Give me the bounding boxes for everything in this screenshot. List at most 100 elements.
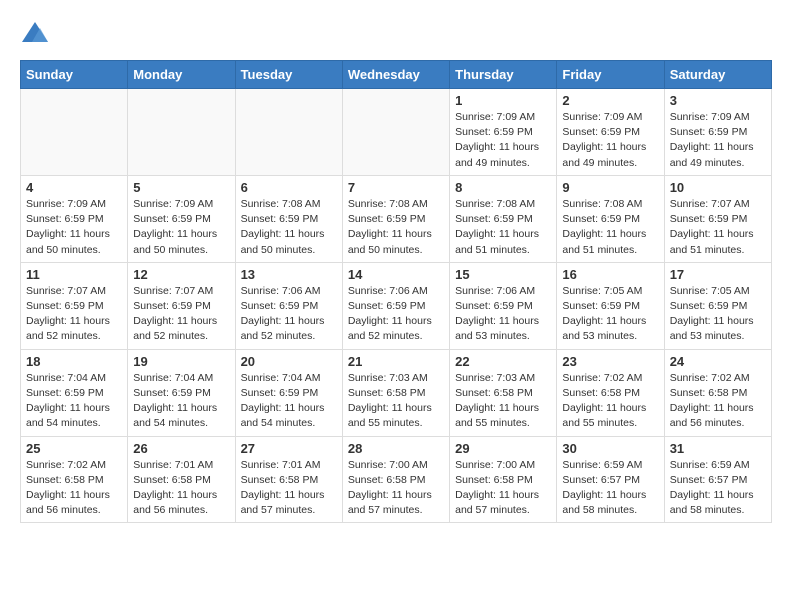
- calendar-cell: 3 Sunrise: 7:09 AMSunset: 6:59 PMDaylight…: [664, 89, 771, 176]
- day-number: 9: [562, 180, 658, 195]
- calendar-week-row: 11Sunrise: 7:07 AMSunset: 6:59 PMDayligh…: [21, 262, 772, 349]
- calendar-cell: 6 Sunrise: 7:08 AMSunset: 6:59 PMDaylight…: [235, 175, 342, 262]
- day-info: Sunrise: 7:08 AMSunset: 6:59 PMDaylight:…: [241, 197, 337, 258]
- day-info: Sunrise: 7:02 AMSunset: 6:58 PMDaylight:…: [670, 371, 766, 432]
- day-info: Sunrise: 7:07 AMSunset: 6:59 PMDaylight:…: [133, 284, 229, 345]
- day-number: 1: [455, 93, 551, 108]
- day-number: 2: [562, 93, 658, 108]
- day-number: 10: [670, 180, 766, 195]
- day-number: 8: [455, 180, 551, 195]
- calendar-cell: 20Sunrise: 7:04 AMSunset: 6:59 PMDayligh…: [235, 349, 342, 436]
- day-number: 31: [670, 441, 766, 456]
- calendar-body: 1 Sunrise: 7:09 AMSunset: 6:59 PMDaylight…: [21, 89, 772, 523]
- calendar-cell: 18 Sunrise: 7:04 AMSunset: 6:59 PMDayligh…: [21, 349, 128, 436]
- calendar-header: SundayMondayTuesdayWednesdayThursdayFrid…: [21, 61, 772, 89]
- day-info: Sunrise: 7:02 AMSunset: 6:58 PMDaylight:…: [562, 371, 658, 432]
- day-info: Sunrise: 7:07 AMSunset: 6:59 PMDaylight:…: [26, 284, 122, 345]
- day-number: 29: [455, 441, 551, 456]
- day-info: Sunrise: 7:03 AMSunset: 6:58 PMDaylight:…: [455, 371, 551, 432]
- day-info: Sunrise: 7:09 AMSunset: 6:59 PMDaylight:…: [26, 197, 122, 258]
- calendar-cell: [128, 89, 235, 176]
- header-row: SundayMondayTuesdayWednesdayThursdayFrid…: [21, 61, 772, 89]
- day-info: Sunrise: 7:06 AMSunset: 6:59 PMDaylight:…: [348, 284, 444, 345]
- weekday-header: Saturday: [664, 61, 771, 89]
- day-info: Sunrise: 7:05 AMSunset: 6:59 PMDaylight:…: [670, 284, 766, 345]
- day-number: 5: [133, 180, 229, 195]
- calendar-cell: 7 Sunrise: 7:08 AMSunset: 6:59 PMDaylight…: [342, 175, 449, 262]
- day-info: Sunrise: 7:00 AMSunset: 6:58 PMDaylight:…: [455, 458, 551, 519]
- calendar-cell: 4 Sunrise: 7:09 AMSunset: 6:59 PMDaylight…: [21, 175, 128, 262]
- day-number: 23: [562, 354, 658, 369]
- day-info: Sunrise: 7:01 AMSunset: 6:58 PMDaylight:…: [241, 458, 337, 519]
- day-number: 15: [455, 267, 551, 282]
- weekday-header: Sunday: [21, 61, 128, 89]
- calendar-cell: 14Sunrise: 7:06 AMSunset: 6:59 PMDayligh…: [342, 262, 449, 349]
- calendar-cell: 28 Sunrise: 7:00 AMSunset: 6:58 PMDayligh…: [342, 436, 449, 523]
- day-info: Sunrise: 6:59 AMSunset: 6:57 PMDaylight:…: [562, 458, 658, 519]
- day-info: Sunrise: 7:09 AMSunset: 6:59 PMDaylight:…: [670, 110, 766, 171]
- day-info: Sunrise: 7:08 AMSunset: 6:59 PMDaylight:…: [348, 197, 444, 258]
- calendar-cell: 30 Sunrise: 6:59 AMSunset: 6:57 PMDayligh…: [557, 436, 664, 523]
- day-number: 7: [348, 180, 444, 195]
- day-info: Sunrise: 7:04 AMSunset: 6:59 PMDaylight:…: [241, 371, 337, 432]
- day-info: Sunrise: 7:03 AMSunset: 6:58 PMDaylight:…: [348, 371, 444, 432]
- day-number: 17: [670, 267, 766, 282]
- calendar-cell: 8 Sunrise: 7:08 AMSunset: 6:59 PMDaylight…: [450, 175, 557, 262]
- calendar-cell: [342, 89, 449, 176]
- day-info: Sunrise: 7:09 AMSunset: 6:59 PMDaylight:…: [133, 197, 229, 258]
- calendar-cell: 21 Sunrise: 7:03 AMSunset: 6:58 PMDayligh…: [342, 349, 449, 436]
- day-info: Sunrise: 7:04 AMSunset: 6:59 PMDaylight:…: [26, 371, 122, 432]
- weekday-header: Tuesday: [235, 61, 342, 89]
- calendar-week-row: 25 Sunrise: 7:02 AMSunset: 6:58 PMDayligh…: [21, 436, 772, 523]
- calendar-week-row: 1 Sunrise: 7:09 AMSunset: 6:59 PMDaylight…: [21, 89, 772, 176]
- day-number: 3: [670, 93, 766, 108]
- day-number: 21: [348, 354, 444, 369]
- logo: [20, 20, 54, 50]
- calendar-cell: 19 Sunrise: 7:04 AMSunset: 6:59 PMDayligh…: [128, 349, 235, 436]
- day-number: 12: [133, 267, 229, 282]
- day-number: 4: [26, 180, 122, 195]
- day-number: 24: [670, 354, 766, 369]
- day-info: Sunrise: 7:07 AMSunset: 6:59 PMDaylight:…: [670, 197, 766, 258]
- weekday-header: Friday: [557, 61, 664, 89]
- calendar-cell: 11Sunrise: 7:07 AMSunset: 6:59 PMDayligh…: [21, 262, 128, 349]
- calendar-cell: 22Sunrise: 7:03 AMSunset: 6:58 PMDayligh…: [450, 349, 557, 436]
- weekday-header: Wednesday: [342, 61, 449, 89]
- day-info: Sunrise: 7:04 AMSunset: 6:59 PMDaylight:…: [133, 371, 229, 432]
- day-number: 19: [133, 354, 229, 369]
- day-number: 26: [133, 441, 229, 456]
- day-info: Sunrise: 6:59 AMSunset: 6:57 PMDaylight:…: [670, 458, 766, 519]
- calendar-week-row: 4 Sunrise: 7:09 AMSunset: 6:59 PMDaylight…: [21, 175, 772, 262]
- day-info: Sunrise: 7:06 AMSunset: 6:59 PMDaylight:…: [455, 284, 551, 345]
- day-number: 16: [562, 267, 658, 282]
- day-number: 27: [241, 441, 337, 456]
- calendar-cell: 25 Sunrise: 7:02 AMSunset: 6:58 PMDayligh…: [21, 436, 128, 523]
- page-header: [20, 20, 772, 50]
- calendar-cell: 5 Sunrise: 7:09 AMSunset: 6:59 PMDaylight…: [128, 175, 235, 262]
- day-number: 28: [348, 441, 444, 456]
- day-info: Sunrise: 7:09 AMSunset: 6:59 PMDaylight:…: [562, 110, 658, 171]
- day-info: Sunrise: 7:05 AMSunset: 6:59 PMDaylight:…: [562, 284, 658, 345]
- day-number: 18: [26, 354, 122, 369]
- calendar-cell: [235, 89, 342, 176]
- day-number: 6: [241, 180, 337, 195]
- day-info: Sunrise: 7:08 AMSunset: 6:59 PMDaylight:…: [455, 197, 551, 258]
- calendar-cell: 15 Sunrise: 7:06 AMSunset: 6:59 PMDayligh…: [450, 262, 557, 349]
- calendar-cell: [21, 89, 128, 176]
- calendar-cell: 23 Sunrise: 7:02 AMSunset: 6:58 PMDayligh…: [557, 349, 664, 436]
- weekday-header: Monday: [128, 61, 235, 89]
- day-info: Sunrise: 7:06 AMSunset: 6:59 PMDaylight:…: [241, 284, 337, 345]
- calendar-cell: 16 Sunrise: 7:05 AMSunset: 6:59 PMDayligh…: [557, 262, 664, 349]
- calendar-cell: 31 Sunrise: 6:59 AMSunset: 6:57 PMDayligh…: [664, 436, 771, 523]
- day-number: 13: [241, 267, 337, 282]
- day-info: Sunrise: 7:02 AMSunset: 6:58 PMDaylight:…: [26, 458, 122, 519]
- calendar-cell: 1 Sunrise: 7:09 AMSunset: 6:59 PMDaylight…: [450, 89, 557, 176]
- day-info: Sunrise: 7:09 AMSunset: 6:59 PMDaylight:…: [455, 110, 551, 171]
- day-number: 25: [26, 441, 122, 456]
- logo-icon: [20, 20, 50, 50]
- day-number: 30: [562, 441, 658, 456]
- day-info: Sunrise: 7:00 AMSunset: 6:58 PMDaylight:…: [348, 458, 444, 519]
- calendar-cell: 24 Sunrise: 7:02 AMSunset: 6:58 PMDayligh…: [664, 349, 771, 436]
- calendar-table: SundayMondayTuesdayWednesdayThursdayFrid…: [20, 60, 772, 523]
- day-info: Sunrise: 7:01 AMSunset: 6:58 PMDaylight:…: [133, 458, 229, 519]
